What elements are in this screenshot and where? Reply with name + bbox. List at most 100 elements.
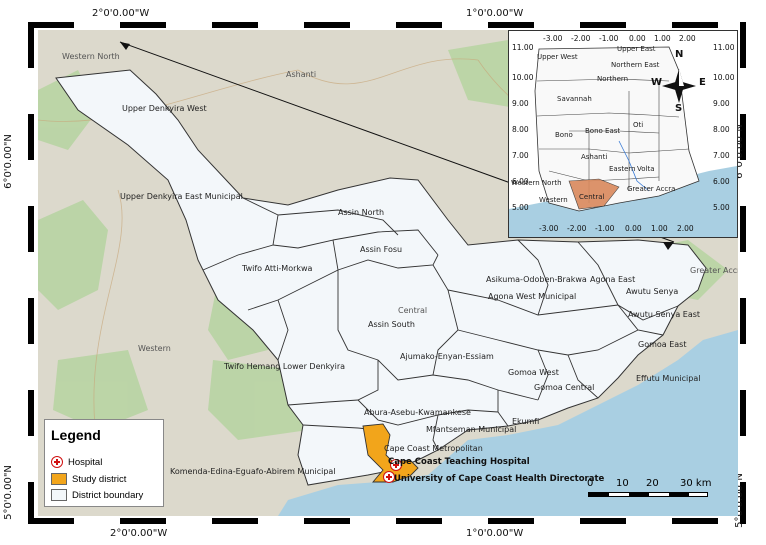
- inset-region-label: Upper West: [537, 53, 578, 61]
- inset-x-tick-bottom: -3.00: [539, 224, 559, 233]
- district-label: Awutu Senya: [626, 287, 679, 296]
- frame-ticks-top: [28, 22, 746, 28]
- district-label: Upper Denkyira East Municipal: [120, 192, 243, 201]
- district-label: Assin North: [338, 208, 385, 217]
- district-label: Gomoa Central: [534, 383, 595, 392]
- pointer-arrow-start: [120, 42, 130, 50]
- inset-region-label: Upper East: [617, 45, 656, 53]
- district-label: Komenda-Edina-Eguafo-Abirem Municipal: [170, 467, 336, 476]
- inset-region-label: Western: [539, 196, 568, 204]
- district-label: Twifo Atti-Morkwa: [242, 264, 313, 273]
- hospital-icon: [51, 456, 63, 468]
- district-label: Agona East: [590, 275, 636, 284]
- label-greater-accra: Greater Accra: [690, 266, 738, 275]
- frame-ticks-right: [740, 22, 746, 524]
- district-label: Upper Denkyira West: [122, 104, 207, 113]
- compass-e-label: E: [699, 77, 706, 88]
- inset-region-label: Northern East: [611, 61, 660, 69]
- label-western-north: Western North: [62, 52, 120, 61]
- district-label: Ekumfi: [512, 417, 540, 426]
- coord-left-2: 5°0'0.00"N: [2, 465, 14, 520]
- inset-y-tick-left: 11.00: [512, 43, 534, 52]
- legend-item-hospital: Hospital: [51, 456, 102, 468]
- legend-item-label: Study district: [72, 473, 127, 485]
- inset-y-tick-right: 8.00: [713, 125, 730, 134]
- legend-item-label: Hospital: [68, 456, 103, 468]
- inset-y-tick-left: 6.00: [512, 177, 529, 186]
- district-label: Asikuma-Odoben-Brakwa: [486, 275, 587, 284]
- scale-label: 0: [587, 478, 594, 489]
- inset-y-tick-left: 7.00: [512, 151, 529, 160]
- inset-y-tick-left: 10.00: [512, 73, 534, 82]
- inset-x-tick-bottom: -1.00: [595, 224, 615, 233]
- district-label: Gomoa East: [638, 340, 687, 349]
- district-label: Assin South: [368, 320, 415, 329]
- inset-region-label: Greater Accra: [627, 185, 676, 193]
- coord-bottom-2: 1°0'0.00"W: [466, 528, 524, 539]
- inset-x-tick-top: -1.00: [599, 34, 619, 43]
- frame-ticks-bottom: [28, 518, 746, 524]
- district-label: Agona West Municipal: [488, 292, 577, 301]
- coord-top-1: 2°0'0.00"W: [92, 8, 150, 19]
- district-label: Gomoa West: [508, 368, 559, 377]
- frame-ticks-left: [28, 22, 34, 524]
- inset-x-tick-top: -2.00: [571, 34, 591, 43]
- inset-x-tick-bottom: -2.00: [567, 224, 587, 233]
- district-label: Mfantseman Municipal: [426, 425, 517, 434]
- inset-y-tick-left: 9.00: [512, 99, 529, 108]
- district-label: Abura-Asebu-Kwamankese: [364, 408, 471, 417]
- inset-x-tick-top: 0.00: [629, 34, 646, 43]
- inset-map[interactable]: Upper West Upper East Northern East Nort…: [508, 30, 738, 238]
- coord-left-1: 6°0'0.00"N: [2, 134, 14, 189]
- inset-y-tick-left: 8.00: [512, 125, 529, 134]
- inset-region-label: Central: [579, 193, 605, 201]
- inset-y-tick-right: 7.00: [713, 151, 730, 160]
- inset-y-tick-right: 11.00: [713, 43, 735, 52]
- inset-y-tick-right: 10.00: [713, 73, 735, 82]
- inset-region-label: Eastern: [609, 165, 636, 173]
- inset-x-tick-top: 1.00: [654, 34, 671, 43]
- legend-title: Legend: [51, 427, 101, 443]
- inset-region-label: Ashanti: [581, 153, 608, 161]
- inset-y-tick-right: 5.00: [713, 203, 730, 212]
- scale-label: 20: [646, 478, 659, 489]
- compass-n-label: N: [675, 49, 684, 60]
- inset-y-tick-right: 9.00: [713, 99, 730, 108]
- inset-region-label: Volta: [637, 165, 655, 173]
- district-label: Ajumako-Enyan-Essiam: [400, 352, 494, 361]
- legend-item-district-boundary: District boundary: [51, 489, 143, 501]
- inset-x-tick-bottom: 2.00: [677, 224, 694, 233]
- label-central: Central: [398, 306, 428, 315]
- district-label: Awutu Senya East: [628, 310, 701, 319]
- label-ashanti: Ashanti: [286, 70, 317, 79]
- inset-region-label: Oti: [633, 121, 644, 129]
- coord-top-2: 1°0'0.00"W: [466, 8, 524, 19]
- inset-region-label: Savannah: [557, 95, 592, 103]
- district-label: Twifo Hemang Lower Denkyira: [224, 362, 346, 371]
- compass-w-label: W: [651, 77, 663, 88]
- label-western: Western: [138, 344, 171, 353]
- legend-item-study-district: Study district: [51, 473, 126, 485]
- hospital-label-teaching: Cape Coast Teaching Hospital: [388, 457, 530, 467]
- coord-bottom-1: 2°0'0.00"W: [110, 528, 168, 539]
- legend-item-label: District boundary: [72, 489, 144, 501]
- district-boundary-swatch: [51, 489, 67, 501]
- inset-region-label: Bono East: [585, 127, 621, 135]
- district-label: Effutu Municipal: [636, 374, 701, 383]
- inset-x-tick-bottom: 1.00: [651, 224, 668, 233]
- compass-s-label: S: [675, 103, 683, 114]
- inset-x-tick-top: -3.00: [543, 34, 563, 43]
- inset-y-tick-left: 5.00: [512, 203, 529, 212]
- inset-y-tick-right: 6.00: [713, 177, 730, 186]
- inset-region-label: Bono: [555, 131, 573, 139]
- hospital-label-university: University of Cape Coast Health Director…: [394, 474, 605, 484]
- scale-label: 30 km: [680, 478, 712, 489]
- district-label: Cape Coast Metropolitan: [384, 444, 483, 453]
- inset-x-tick-bottom: 0.00: [625, 224, 642, 233]
- legend: Legend Hospital Study district District …: [44, 419, 164, 507]
- district-label: Assin Fosu: [360, 245, 403, 254]
- scale-label: 10: [616, 478, 629, 489]
- inset-x-tick-top: 2.00: [679, 34, 696, 43]
- study-district-swatch: [51, 473, 67, 485]
- inset-region-label: Northern: [597, 75, 629, 83]
